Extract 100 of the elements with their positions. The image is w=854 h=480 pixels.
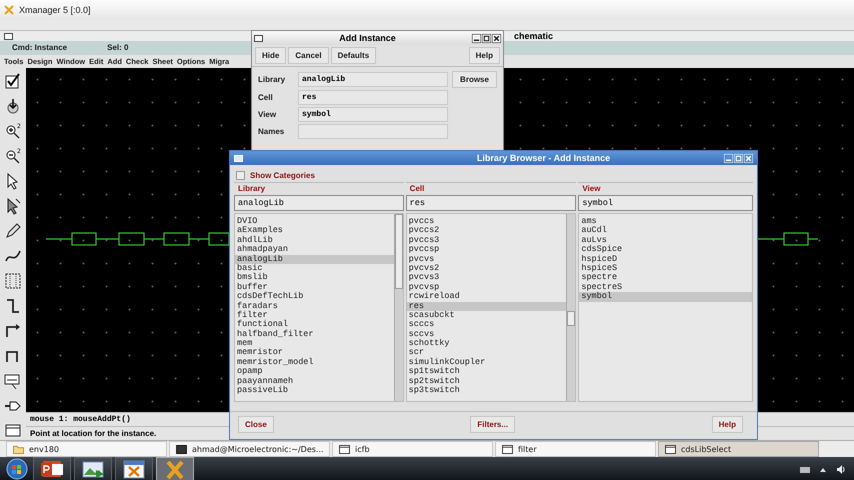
list-item[interactable]: opamp bbox=[235, 367, 394, 377]
list-item[interactable]: pvccs2 bbox=[406, 226, 566, 236]
filter-field[interactable]: analogLib bbox=[234, 195, 404, 211]
window-menu-icon[interactable] bbox=[4, 32, 13, 40]
input-field[interactable] bbox=[298, 124, 448, 139]
list-item[interactable]: cdsDefTechLib bbox=[235, 292, 394, 302]
step-line-icon[interactable] bbox=[4, 297, 22, 315]
list-item[interactable]: ahdlLib bbox=[235, 236, 394, 246]
list-item[interactable]: simulinkCoupler bbox=[406, 358, 566, 368]
list-item[interactable]: scasubckt bbox=[406, 310, 566, 320]
list-item[interactable]: halfband_filter bbox=[235, 330, 394, 340]
list-item[interactable]: buffer bbox=[235, 282, 394, 292]
list-item[interactable]: sp1tswitch bbox=[406, 367, 566, 377]
field-label: Cell bbox=[258, 93, 274, 102]
taskbar-app[interactable] bbox=[74, 457, 112, 480]
list-item[interactable]: pvccs bbox=[406, 217, 566, 226]
list-item[interactable]: scr bbox=[406, 348, 566, 358]
list-item[interactable]: rcwireload bbox=[406, 292, 566, 302]
list-item[interactable]: DVIO bbox=[235, 217, 394, 226]
list-item[interactable]: analogLib bbox=[235, 254, 394, 264]
list-item[interactable]: aExamples bbox=[235, 226, 394, 236]
start-button[interactable] bbox=[4, 458, 30, 480]
list-item[interactable]: sccvs bbox=[406, 330, 566, 340]
list-item[interactable]: sp3tswitch bbox=[406, 386, 566, 396]
list-item[interactable]: mem bbox=[235, 339, 394, 348]
folder-icon bbox=[13, 444, 24, 454]
list-item[interactable]: auLvs bbox=[579, 236, 752, 246]
list-item[interactable]: ams bbox=[579, 217, 752, 226]
scrollbar[interactable] bbox=[394, 214, 403, 401]
task-button[interactable]: ahmad@Microelectronic:~/Des... bbox=[169, 441, 330, 457]
window-title: chematic bbox=[514, 31, 554, 42]
scrollbar[interactable] bbox=[566, 214, 576, 401]
dialog-button[interactable]: Defaults bbox=[330, 47, 376, 64]
input-field[interactable]: res bbox=[298, 90, 448, 105]
presentation-app-icon bbox=[41, 461, 63, 477]
dialog-button[interactable]: Help bbox=[468, 47, 500, 64]
filter-field[interactable]: symbol bbox=[578, 195, 753, 211]
dialog-button[interactable]: Close bbox=[238, 416, 274, 433]
checkbox-label: Show Categories bbox=[250, 171, 315, 180]
list-item[interactable]: filter bbox=[235, 310, 394, 320]
list-item[interactable]: pvccsp bbox=[406, 245, 566, 255]
dialog-title: Add Instance bbox=[338, 33, 397, 43]
dialog-button[interactable]: Cancel bbox=[288, 47, 329, 64]
dialog-button[interactable]: Filters... bbox=[470, 416, 516, 433]
input-field[interactable]: analogLib bbox=[298, 72, 448, 87]
list-item[interactable]: pvccs3 bbox=[406, 236, 566, 246]
list-item[interactable]: cdsSpice bbox=[579, 245, 752, 255]
corner-line-icon[interactable] bbox=[4, 322, 22, 340]
task-button[interactable]: icfb bbox=[332, 441, 493, 457]
list-item[interactable]: spectreS bbox=[579, 282, 752, 292]
dialog-button[interactable]: Hide bbox=[255, 47, 286, 64]
window-icon bbox=[339, 444, 350, 454]
list-item[interactable]: spectre bbox=[579, 273, 752, 283]
list-item[interactable]: sp2tswitch bbox=[406, 376, 566, 386]
list-item[interactable]: basic bbox=[235, 264, 394, 274]
taskbar-app[interactable] bbox=[33, 457, 71, 480]
maximize-icon[interactable] bbox=[482, 34, 491, 42]
taskbar-app[interactable] bbox=[115, 457, 153, 480]
dialog-button[interactable]: Help bbox=[712, 416, 743, 433]
keyboard-icon[interactable] bbox=[800, 464, 810, 474]
task-button[interactable]: cdsLibSelect bbox=[658, 441, 819, 457]
task-button[interactable]: env180 bbox=[6, 441, 167, 457]
list-item[interactable]: auCdl bbox=[579, 226, 752, 236]
list-item[interactable]: ahmadpayan bbox=[235, 245, 394, 255]
close-icon[interactable] bbox=[492, 34, 501, 42]
list-item[interactable]: pvcvsp bbox=[406, 282, 566, 292]
minimize-icon[interactable] bbox=[472, 34, 481, 42]
x-logo-app-icon bbox=[166, 460, 184, 480]
list-item[interactable]: memristor_model bbox=[235, 358, 394, 368]
label-icon[interactable] bbox=[4, 372, 22, 390]
list-item[interactable]: faradars bbox=[235, 302, 394, 311]
list-item[interactable]: bmslib bbox=[235, 273, 394, 283]
task-button[interactable]: filter bbox=[495, 441, 656, 457]
list-item[interactable]: schottky bbox=[406, 339, 566, 348]
list-item[interactable]: paayannameh bbox=[235, 376, 394, 386]
image-app-icon bbox=[82, 462, 104, 478]
browse-button[interactable]: Browse bbox=[452, 71, 497, 88]
list-item[interactable]: hspiceD bbox=[579, 254, 752, 264]
column-heading: Library bbox=[237, 183, 266, 195]
grid-icon[interactable] bbox=[4, 272, 22, 290]
checkbox-icon[interactable] bbox=[4, 72, 22, 90]
list-item[interactable]: pvcvs3 bbox=[406, 273, 566, 283]
column-heading: View bbox=[581, 183, 602, 195]
pencil-icon[interactable] bbox=[4, 222, 22, 240]
checkbox[interactable] bbox=[236, 171, 245, 180]
terminal-icon bbox=[176, 444, 187, 454]
list-item[interactable]: scccs bbox=[406, 320, 566, 330]
filter-field[interactable]: res bbox=[406, 195, 576, 211]
list-item[interactable]: passiveLib bbox=[235, 386, 394, 396]
speaker-icon[interactable] bbox=[836, 464, 846, 474]
input-field[interactable]: symbol bbox=[298, 107, 448, 122]
list-item[interactable]: functional bbox=[235, 320, 394, 330]
window-menu-icon[interactable] bbox=[254, 34, 263, 42]
list-item[interactable]: pvcvs bbox=[406, 254, 566, 264]
list-item[interactable]: symbol bbox=[579, 292, 752, 302]
list-item[interactable]: memristor bbox=[235, 348, 394, 358]
list-item[interactable]: hspiceS bbox=[579, 264, 752, 274]
app-logo-icon bbox=[4, 5, 14, 15]
list-item[interactable]: pvcvs2 bbox=[406, 264, 566, 274]
list-item[interactable]: res bbox=[406, 302, 566, 311]
